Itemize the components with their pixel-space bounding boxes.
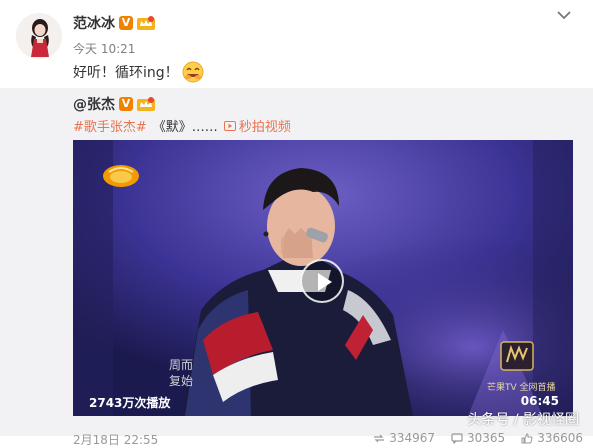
post-time[interactable]: 今天 10:21 — [73, 40, 135, 57]
crown-badge-icon — [137, 16, 155, 30]
topic-tag[interactable]: #歌手张杰# — [73, 116, 147, 135]
play-count: 2743万次播放 — [89, 396, 171, 410]
video-link-label: 秒拍视频 — [238, 120, 291, 135]
repost-card: @张杰 V #歌手张杰# 《默》…… 秒拍视频 周而 复始 芒果TV 全网首播 … — [0, 88, 593, 447]
comment-icon — [451, 432, 463, 444]
original-text: #歌手张杰# 《默》…… 秒拍视频 — [73, 116, 291, 135]
play-button[interactable] — [300, 259, 344, 303]
original-author-row: @张杰 V — [73, 94, 155, 114]
post-text: 好听！循环ing！ — [73, 61, 204, 83]
repost-count-value: 334967 — [389, 431, 435, 445]
comment-count[interactable]: 30365 — [451, 431, 505, 445]
video-duration: 06:45 — [520, 394, 559, 408]
like-count[interactable]: 336606 — [521, 431, 583, 445]
like-count-value: 336606 — [537, 431, 583, 445]
subtitle-line-2: 复始 — [169, 374, 194, 388]
avatar[interactable] — [16, 13, 62, 59]
repost-count[interactable]: 334967 — [373, 431, 435, 445]
original-author-name[interactable]: @张杰 — [73, 94, 115, 114]
video-play-icon — [223, 120, 236, 131]
watermark: 头条号 / 影视怪圈 — [467, 412, 579, 428]
comment-count-value: 30365 — [467, 431, 506, 445]
repost-icon — [374, 434, 385, 442]
original-text-content: 《默》…… — [152, 120, 218, 135]
post-text-content: 好听！循环ing！ — [73, 65, 179, 81]
chevron-down-icon[interactable] — [557, 9, 571, 21]
author-row: 范冰冰 V — [73, 13, 155, 33]
hunan-tv-logo — [103, 165, 139, 187]
crown-badge-icon — [137, 97, 155, 111]
brand-caption: 芒果TV 全网首播 — [487, 383, 556, 393]
smile-emoji-icon — [182, 61, 204, 83]
original-post-date[interactable]: 2月18日 22:55 — [73, 431, 158, 448]
original-post-stats: 334967 30365 336606 — [373, 431, 583, 445]
singer-show-logo — [500, 341, 534, 371]
subtitle-line-1: 周而 — [169, 358, 194, 372]
verified-v-icon: V — [119, 97, 133, 111]
author-name[interactable]: 范冰冰 — [73, 13, 115, 33]
verified-v-icon: V — [119, 16, 133, 30]
like-icon — [521, 432, 533, 443]
video-link[interactable]: 秒拍视频 — [223, 116, 291, 135]
post-header: 范冰冰 V 今天 10:21 好听！循环ing！ — [0, 0, 593, 88]
video-player[interactable]: 周而 复始 芒果TV 全网首播 2743万次播放 06:45 — [73, 140, 573, 416]
